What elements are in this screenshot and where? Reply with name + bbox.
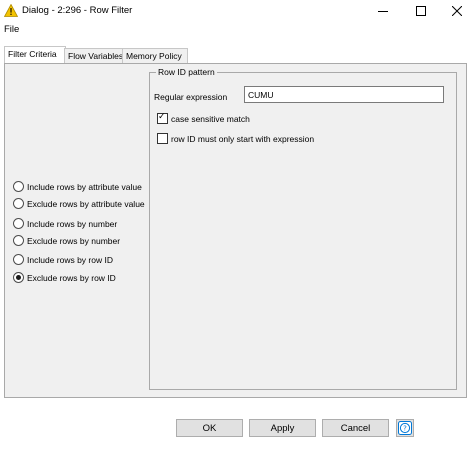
help-icon: ? — [398, 421, 412, 435]
help-button[interactable]: ? — [396, 419, 414, 437]
tab-memory-policy[interactable]: Memory Policy — [122, 48, 188, 64]
title-bar[interactable]: Dialog - 2:296 - Row Filter — [0, 0, 474, 22]
ok-button[interactable]: OK — [176, 419, 243, 437]
menu-file[interactable]: File — [4, 24, 19, 35]
close-button[interactable] — [440, 0, 474, 22]
apply-button[interactable]: Apply — [249, 419, 316, 437]
option-label: Exclude rows by number — [27, 235, 121, 246]
option-label: Exclude rows by attribute value — [27, 198, 145, 209]
option-label: Include rows by attribute value — [27, 181, 142, 192]
option-label: Exclude rows by row ID — [27, 272, 116, 283]
start-only-option[interactable]: row ID must only start with expression — [157, 133, 314, 144]
start-only-label: row ID must only start with expression — [171, 133, 315, 144]
svg-text:?: ? — [403, 424, 407, 432]
group-legend: Row ID pattern — [156, 67, 217, 78]
menu-bar: File — [0, 22, 474, 38]
row-id-pattern-group: Row ID pattern Regular expression case s… — [149, 67, 457, 390]
option-label: Include rows by row ID — [27, 254, 113, 265]
close-icon — [452, 6, 462, 16]
radio-include-number[interactable] — [13, 218, 24, 229]
option-exclude-number[interactable]: Exclude rows by number — [13, 235, 120, 246]
regex-label: Regular expression — [154, 92, 228, 102]
window-title: Dialog - 2:296 - Row Filter — [22, 5, 133, 16]
tab-flow-variables[interactable]: Flow Variables — [64, 48, 126, 64]
radio-exclude-number[interactable] — [13, 235, 24, 246]
start-only-checkbox[interactable] — [157, 133, 168, 144]
option-exclude-attribute[interactable]: Exclude rows by attribute value — [13, 198, 145, 209]
maximize-button[interactable] — [404, 0, 438, 22]
filter-mode-options: Include rows by attribute value Exclude … — [11, 68, 149, 388]
minimize-icon — [378, 11, 388, 12]
option-include-attribute[interactable]: Include rows by attribute value — [13, 181, 142, 192]
maximize-icon — [416, 6, 426, 16]
filter-criteria-panel: Include rows by attribute value Exclude … — [4, 63, 467, 398]
radio-exclude-attribute[interactable] — [13, 198, 24, 209]
case-sensitive-label: case sensitive match — [171, 113, 250, 124]
warning-icon — [4, 4, 18, 17]
radio-exclude-rowid[interactable] — [13, 272, 24, 283]
minimize-button[interactable] — [366, 0, 400, 22]
radio-include-attribute[interactable] — [13, 181, 24, 192]
option-label: Include rows by number — [27, 218, 118, 229]
case-sensitive-checkbox[interactable] — [157, 112, 168, 124]
option-include-number[interactable]: Include rows by number — [13, 218, 117, 229]
cancel-button[interactable]: Cancel — [322, 419, 389, 437]
case-sensitive-option[interactable]: case sensitive match — [157, 112, 250, 124]
option-exclude-rowid[interactable]: Exclude rows by row ID — [13, 272, 116, 283]
option-include-rowid[interactable]: Include rows by row ID — [13, 254, 113, 265]
regex-input[interactable] — [244, 86, 444, 103]
radio-include-rowid[interactable] — [13, 254, 24, 265]
